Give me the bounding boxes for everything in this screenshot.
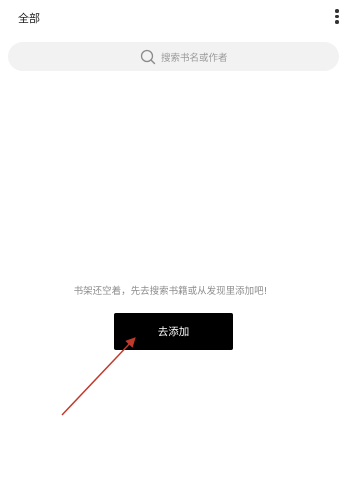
search-icon (140, 49, 156, 64)
empty-shelf-message: 书架还空着，先去搜索书籍或从发现里添加吧! (73, 286, 268, 297)
top-bar: 全部 (0, 0, 361, 36)
annotation-arrow (61, 337, 136, 416)
search-placeholder: 搜索书名或作者 (161, 52, 228, 64)
add-books-button[interactable]: 去添加 (114, 313, 233, 350)
category-tab-all[interactable]: 全部 (18, 10, 40, 26)
more-vertical-icon[interactable] (333, 9, 341, 27)
search-bar-content: 搜索书名或作者 (140, 42, 228, 71)
search-bar[interactable]: 搜索书名或作者 (8, 42, 339, 71)
